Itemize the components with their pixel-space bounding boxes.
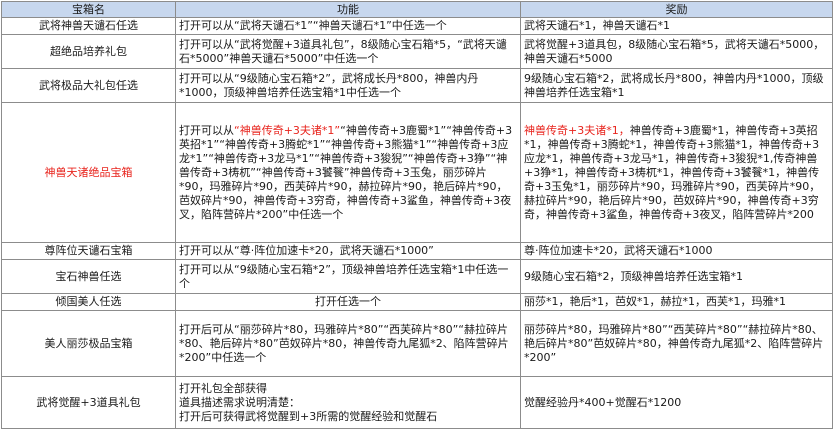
- rewards-table: 宝箱名 功能 奖励 武将神兽天谴石任选 打开可以从“武将天谴石*1”“神兽天谴石…: [1, 1, 833, 429]
- header-name: 宝箱名: [1, 1, 176, 18]
- box-reward: 武将觉醒+3道具包，8级随心宝石箱*5，武将天谴石*5000，神兽天谴石*500…: [520, 34, 833, 69]
- box-function: 打开可以从“武将天谴石*1”“神兽天谴石*1”中任选一个: [175, 17, 521, 35]
- table-row: 美人丽莎极品宝箱 打开后可从“丽莎碎片*80，玛雅碎片*80”“西芙碎片*80”…: [1, 310, 833, 377]
- box-name: 武将神兽天谴石任选: [1, 17, 176, 35]
- box-function: 打开可以从“神兽传奇+3夫诸*1”“神兽传奇+3鹿蜀*1”“神兽传奇+3英招*1…: [175, 102, 521, 243]
- box-name: 超绝品培养礼包: [1, 34, 176, 69]
- box-name: 倾国美人任选: [1, 293, 176, 311]
- header-row: 宝箱名 功能 奖励: [1, 1, 833, 18]
- table-row: 超绝品培养礼包 打开可以从“武将觉醒+3道具礼包”，8级随心宝石箱*5，“武将天…: [1, 34, 833, 69]
- box-name: 宝石神兽任选: [1, 259, 176, 294]
- box-name: 尊阵位天谴石宝箱: [1, 242, 176, 260]
- box-name: 神兽天诸绝品宝箱: [1, 102, 176, 243]
- header-func: 功能: [175, 1, 521, 18]
- box-reward: 觉醒经验丹*400+觉醒石*1200: [520, 376, 833, 429]
- box-reward: 尊·阵位加速卡*20，武将天谴石*1000: [520, 242, 833, 260]
- header-reward: 奖励: [520, 1, 833, 18]
- box-reward: 丽莎*1，艳后*1，芭奴*1，赫拉*1，西芙*1，玛雅*1: [520, 293, 833, 311]
- box-name: 武将极品大礼包任选: [1, 68, 176, 103]
- box-function: 打开可以从“尊·阵位加速卡*20，武将天谴石*1000”: [175, 242, 521, 260]
- highlight-item: “神兽传奇+3夫诸*1”: [234, 123, 341, 137]
- function-text: 打开任选一个: [315, 295, 381, 308]
- reward-rest: 神兽传奇+3鹿蜀*1，神兽传奇+3英招*1，神兽传奇+3腾蛇*1，神兽传奇+3熊…: [524, 123, 821, 221]
- table-row: 尊阵位天谴石宝箱 打开可以从“尊·阵位加速卡*20，武将天谴石*1000” 尊·…: [1, 242, 833, 260]
- box-function: 打开可以从“9级随心宝石箱*2”，顶级神兽培养任选宝箱*1中任选一个: [175, 259, 521, 294]
- box-reward: 9级随心宝石箱*2，顶级神兽培养任选宝箱*1: [520, 259, 833, 294]
- box-reward: 9级随心宝石箱*2，武将成长丹*800，神兽内丹*1000，顶级神兽培养任选宝箱…: [520, 68, 833, 103]
- box-reward: 神兽传奇+3夫诸*1，神兽传奇+3鹿蜀*1，神兽传奇+3英招*1，神兽传奇+3腾…: [520, 102, 833, 243]
- table-row: 武将觉醒+3道具礼包 打开礼包全部获得 道具描述需求说明清楚： 打开后可获得武将…: [1, 376, 833, 429]
- function-prefix: 打开可以从: [179, 123, 234, 137]
- box-reward: 丽莎碎片*80，玛雅碎片*80”“西芙碎片*80”“赫拉碎片*80、艳后碎片*8…: [520, 310, 833, 377]
- function-line: 道具描述需求说明清楚：: [179, 395, 300, 409]
- table-row: 倾国美人任选 打开任选一个 丽莎*1，艳后*1，芭奴*1，赫拉*1，西芙*1，玛…: [1, 293, 833, 311]
- box-function: 打开可以从“武将觉醒+3道具礼包”，8级随心宝石箱*5，“武将天谴石*5000”…: [175, 34, 521, 69]
- box-name: 武将觉醒+3道具礼包: [1, 376, 176, 429]
- table-row: 武将极品大礼包任选 打开可以从“9级随心宝石箱*2”，武将成长丹*800，神兽内…: [1, 68, 833, 103]
- box-function: 打开礼包全部获得 道具描述需求说明清楚： 打开后可获得武将觉醒到+3所需的觉醒经…: [175, 376, 521, 429]
- table-row: 宝石神兽任选 打开可以从“9级随心宝石箱*2”，顶级神兽培养任选宝箱*1中任选一…: [1, 259, 833, 294]
- highlight-item: 神兽传奇+3夫诸*1，: [524, 123, 630, 137]
- function-line: 打开礼包全部获得: [179, 381, 267, 395]
- table-row: 神兽天诸绝品宝箱 打开可以从“神兽传奇+3夫诸*1”“神兽传奇+3鹿蜀*1”“神…: [1, 102, 833, 243]
- function-rest: “神兽传奇+3鹿蜀*1”“神兽传奇+3英招*1”“神兽传奇+3腾蛇*1”“神兽传…: [179, 123, 513, 221]
- box-reward: 武将天谴石*1，神兽天谴石*1: [520, 17, 833, 35]
- box-function: 打开后可从“丽莎碎片*80，玛雅碎片*80”“西芙碎片*80”“赫拉碎片*80、…: [175, 310, 521, 377]
- table-row: 武将神兽天谴石任选 打开可以从“武将天谴石*1”“神兽天谴石*1”中任选一个 武…: [1, 17, 833, 35]
- box-name: 美人丽莎极品宝箱: [1, 310, 176, 377]
- function-line: 打开后可获得武将觉醒到+3所需的觉醒经验和觉醒石: [179, 409, 438, 423]
- box-function: 打开任选一个: [175, 293, 521, 311]
- box-function: 打开可以从“9级随心宝石箱*2”，武将成长丹*800，神兽内丹*1000，顶级神…: [175, 68, 521, 103]
